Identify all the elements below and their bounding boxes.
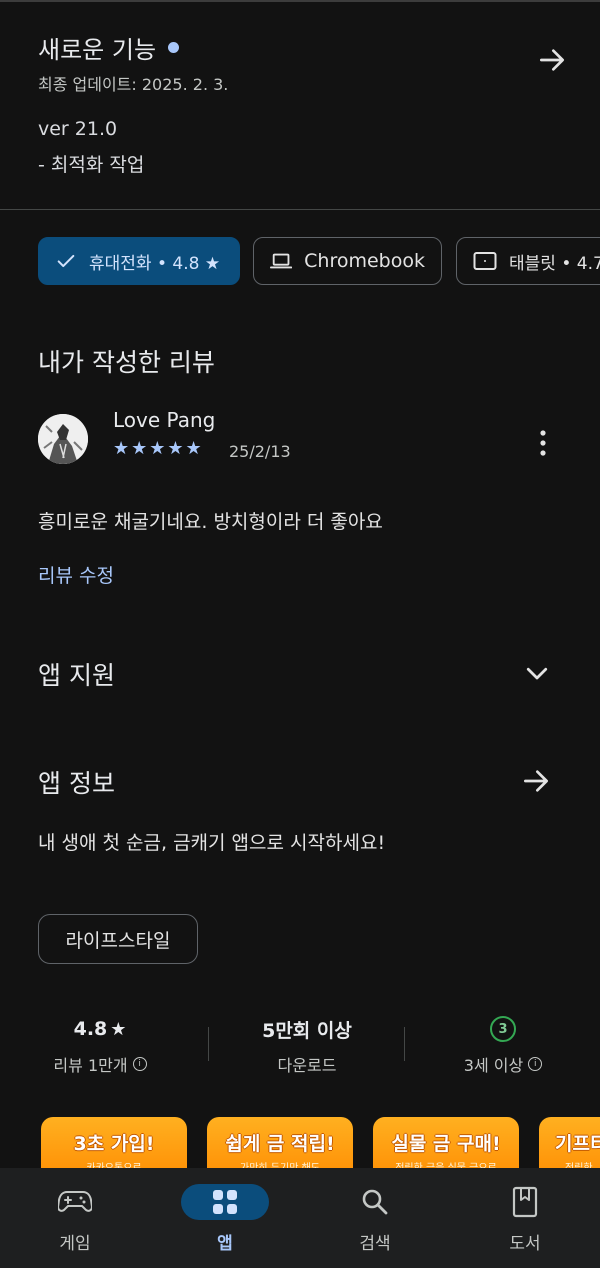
device-chip-label: Chromebook — [304, 250, 425, 272]
info-icon: i — [528, 1057, 543, 1071]
stat-divider — [404, 1027, 405, 1061]
review-stars: ★★★★★ — [113, 438, 204, 459]
downloads-stat: 5만회 이상 다운로드 — [217, 1014, 397, 1076]
app-description: 내 생애 첫 순금, 금캐기 앱으로 시작하세요! — [38, 832, 386, 854]
rating-value: 4.8 — [73, 1018, 108, 1040]
device-chip-chromebook[interactable]: Chromebook — [253, 237, 442, 285]
chevron-down-icon[interactable] — [522, 658, 552, 688]
nav-label: 앱 — [217, 1234, 233, 1254]
top-divider — [0, 0, 600, 2]
device-chip-label: 휴대전화 • 4.8 ★ — [89, 253, 221, 274]
version-text: ver 21.0 — [38, 118, 118, 140]
apps-grid-icon — [213, 1190, 237, 1214]
age-rating-stat[interactable]: 3 3세 이상 i — [413, 1014, 593, 1076]
avatar — [38, 414, 88, 464]
downloads-value: 5만회 이상 — [262, 1019, 352, 1042]
age-rating-label: 3세 이상 — [463, 1056, 524, 1075]
screenshot-title: 실물 금 구매! — [391, 1133, 501, 1155]
app-support-title[interactable]: 앱 지원 — [38, 656, 115, 692]
nav-item-apps[interactable]: 앱 — [150, 1168, 300, 1268]
age-rating-badge: 3 — [490, 1016, 516, 1042]
edit-review-link[interactable]: 리뷰 수정 — [38, 561, 114, 588]
device-chip-tablet[interactable]: 태블릿 • 4.7 — [456, 237, 600, 285]
nav-icon-container — [181, 1184, 269, 1220]
last-updated: 최종 업데이트: 2025. 2. 3. — [38, 75, 229, 94]
search-icon — [362, 1189, 388, 1215]
screenshot-title: 기프티 — [555, 1133, 600, 1155]
whats-new-title: 새로운 기능 — [38, 36, 157, 64]
release-note: - 최적화 작업 — [38, 154, 145, 176]
stat-divider — [208, 1027, 209, 1061]
device-chip-label: 태블릿 • 4.7 — [509, 253, 600, 274]
nav-item-books[interactable]: 도서 — [450, 1168, 600, 1268]
bottom-navigation: 게임 앱 검색 도서 — [0, 1168, 600, 1268]
section-divider — [0, 209, 600, 210]
gamepad-icon — [58, 1191, 92, 1212]
screenshot-title: 쉽게 금 적립! — [225, 1133, 335, 1155]
more-vert-icon[interactable] — [531, 428, 555, 458]
my-review-title: 내가 작성한 리뷰 — [38, 348, 215, 377]
rating-stat[interactable]: 4.8 ★ 리뷰 1만개 i — [10, 1014, 190, 1076]
arrow-right-icon[interactable] — [520, 765, 552, 797]
review-count: 리뷰 1만개 — [53, 1056, 128, 1075]
nav-item-games[interactable]: 게임 — [0, 1168, 150, 1268]
downloads-label: 다운로드 — [277, 1056, 337, 1075]
new-indicator-dot — [168, 42, 180, 53]
info-icon: i — [132, 1057, 147, 1071]
app-info-title[interactable]: 앱 정보 — [38, 764, 115, 800]
review-date: 25/2/13 — [229, 442, 291, 461]
screenshot-title: 3초 가입! — [73, 1133, 155, 1155]
nav-icon-container — [331, 1184, 419, 1220]
star-icon: ★ — [110, 1018, 127, 1040]
category-chip[interactable]: 라이프스타일 — [38, 914, 198, 964]
arrow-right-icon[interactable] — [536, 44, 568, 76]
check-icon — [57, 254, 75, 268]
nav-label: 게임 — [59, 1234, 91, 1254]
nav-label: 검색 — [359, 1234, 391, 1254]
whats-new-header[interactable]: 새로운 기능 최종 업데이트: 2025. 2. 3. — [38, 30, 568, 95]
tablet-icon — [473, 252, 497, 270]
reviewer-name: Love Pang — [113, 408, 216, 432]
nav-icon-container — [31, 1184, 119, 1220]
nav-icon-container — [481, 1184, 569, 1220]
device-chip-phone[interactable]: 휴대전화 • 4.8 ★ — [38, 237, 240, 285]
book-icon — [512, 1186, 538, 1218]
nav-label: 도서 — [509, 1234, 541, 1254]
review-text: 흥미로운 채굴기네요. 방치형이라 더 좋아요 — [38, 511, 383, 533]
laptop-icon — [270, 253, 293, 269]
nav-item-search[interactable]: 검색 — [300, 1168, 450, 1268]
